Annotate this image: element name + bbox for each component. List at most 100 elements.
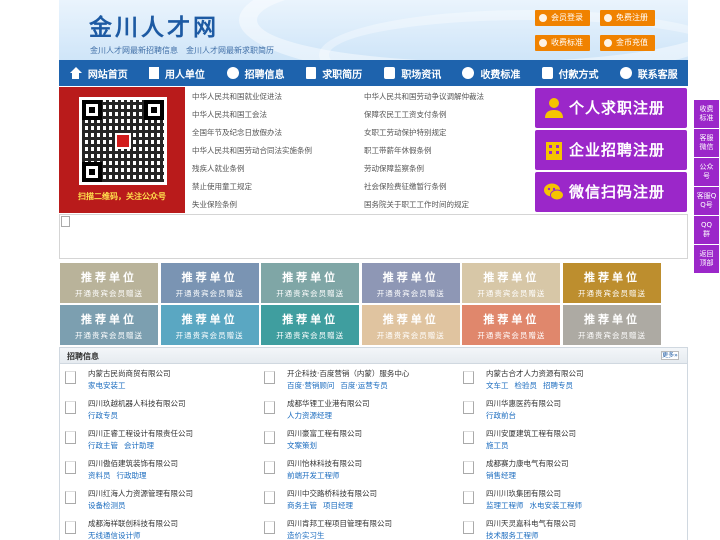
company-link[interactable]: 四川红海人力资源管理有限公司 xyxy=(88,488,193,499)
more-link[interactable]: 更多» xyxy=(661,351,679,360)
law-link[interactable]: 中华人民共和国工会法 xyxy=(192,109,267,120)
law-link[interactable]: 失业保险条例 xyxy=(192,199,237,210)
company-link[interactable]: 四川正睿工程设计有限责任公司 xyxy=(88,428,193,439)
position-link[interactable]: 商务主管 xyxy=(287,501,317,510)
position-link[interactable]: 行政主管 xyxy=(88,441,118,450)
company-link[interactable]: 成都华锂工业港有限公司 xyxy=(287,398,370,409)
company-link[interactable]: 四川川玖集团有限公司 xyxy=(486,488,561,499)
recommend-tile[interactable]: 推荐单位 开通贵宾会员赠送 xyxy=(563,305,661,345)
company-logo-icon[interactable] xyxy=(463,461,474,474)
recommend-tile[interactable]: 推荐单位 开通贵宾会员赠送 xyxy=(60,263,158,303)
company-link[interactable]: 内蒙古合才人力资源有限公司 xyxy=(486,368,584,379)
company-logo-icon[interactable] xyxy=(264,431,275,444)
company-link[interactable]: 四川豪富工程有限公司 xyxy=(287,428,362,439)
company-logo-icon[interactable] xyxy=(65,491,76,504)
pricing-button[interactable]: 收费标准 xyxy=(535,35,590,51)
law-link[interactable]: 禁止使用童工规定 xyxy=(192,181,252,192)
position-link[interactable]: 百度·运营专员 xyxy=(340,381,387,390)
position-link[interactable]: 资料员 xyxy=(88,471,111,480)
law-link[interactable]: 保障农民工工资支付条例 xyxy=(364,109,447,120)
position-link[interactable]: 项目经理 xyxy=(323,501,353,510)
side-menu-item[interactable]: 公众号 xyxy=(694,158,719,186)
side-menu-item[interactable]: QQ 群 xyxy=(694,216,719,244)
law-link[interactable]: 国务院关于职工工作时间的规定 xyxy=(364,199,469,210)
recommend-tile[interactable]: 推荐单位 开通贵宾会员赠送 xyxy=(261,263,360,303)
site-logo-title[interactable]: 金川人才网 xyxy=(89,8,219,42)
company-logo-icon[interactable] xyxy=(463,521,474,534)
company-logo-icon[interactable] xyxy=(264,371,275,384)
recommend-tile[interactable]: 推荐单位 开通贵宾会员赠送 xyxy=(160,305,259,345)
company-logo-icon[interactable] xyxy=(264,491,275,504)
position-link[interactable]: 行政前台 xyxy=(486,411,516,420)
law-link[interactable]: 全国年节及纪念日放假办法 xyxy=(192,127,282,138)
company-link[interactable]: 四川安厦建筑工程有限公司 xyxy=(486,428,576,439)
company-logo-icon[interactable] xyxy=(65,431,76,444)
company-logo-icon[interactable] xyxy=(463,491,474,504)
law-link[interactable]: 中华人民共和国劳动争议调解仲裁法 xyxy=(364,91,484,102)
company-logo-icon[interactable] xyxy=(65,371,76,384)
company-link[interactable]: 四川怡林科技有限公司 xyxy=(287,458,362,469)
nav-item-contact[interactable]: 联系客服 xyxy=(609,60,688,86)
company-logo-icon[interactable] xyxy=(65,461,76,474)
law-link[interactable]: 女职工劳动保护特别规定 xyxy=(364,127,447,138)
company-link[interactable]: 成都赛力康电气有限公司 xyxy=(486,458,569,469)
nav-item-home[interactable]: 网站首页 xyxy=(59,60,138,86)
login-button[interactable]: 会员登录 xyxy=(535,10,590,26)
company-logo-icon[interactable] xyxy=(264,401,275,414)
nav-item-employers[interactable]: 用人单位 xyxy=(138,60,217,86)
position-link[interactable]: 百度·营销顾问 xyxy=(287,381,334,390)
position-link[interactable]: 技术服务工程师 xyxy=(486,531,539,540)
position-link[interactable]: 设备检测员 xyxy=(88,501,126,510)
position-link[interactable]: 无线通信设计师 xyxy=(88,531,141,540)
recommend-tile[interactable]: 推荐单位 开通贵宾会员赠送 xyxy=(563,263,661,303)
recommend-tile[interactable]: 推荐单位 开通贵宾会员赠送 xyxy=(361,263,460,303)
position-link[interactable]: 监理工程师 xyxy=(486,501,524,510)
company-link[interactable]: 开企科技·百度营销（内蒙）服务中心 xyxy=(287,368,409,379)
company-logo-icon[interactable] xyxy=(463,431,474,444)
position-link[interactable]: 造价实习生 xyxy=(287,531,325,540)
law-link[interactable]: 劳动保障监察条例 xyxy=(364,163,424,174)
law-link[interactable]: 社会保险费征缴暂行条例 xyxy=(364,181,447,192)
recommend-tile[interactable]: 推荐单位 开通贵宾会员赠送 xyxy=(60,305,158,345)
company-link[interactable]: 四川天灵嘉科电气有限公司 xyxy=(486,518,576,529)
recommend-tile[interactable]: 推荐单位 开通贵宾会员赠送 xyxy=(462,263,561,303)
position-link[interactable]: 水电安装工程师 xyxy=(530,501,583,510)
position-link[interactable]: 行政助理 xyxy=(117,471,147,480)
nav-item-news[interactable]: 职场资讯 xyxy=(374,60,453,86)
law-link[interactable]: 残疾人就业条例 xyxy=(192,163,245,174)
law-link[interactable]: 职工带薪年休假条例 xyxy=(364,145,432,156)
wechat-register-button[interactable]: 微信扫码注册 xyxy=(535,172,687,212)
law-link[interactable]: 中华人民共和国劳动合同法实施条例 xyxy=(192,145,312,156)
company-logo-icon[interactable] xyxy=(65,521,76,534)
company-logo-icon[interactable] xyxy=(65,401,76,414)
position-link[interactable]: 人力资源经理 xyxy=(287,411,332,420)
side-menu-item[interactable]: 客服Q Q号 xyxy=(694,187,719,215)
side-menu-item[interactable]: 客服 微信 xyxy=(694,129,719,157)
recharge-button[interactable]: 金币充值 xyxy=(600,35,655,51)
company-logo-icon[interactable] xyxy=(264,521,275,534)
position-link[interactable]: 家电安装工 xyxy=(88,381,126,390)
position-link[interactable]: 销售经理 xyxy=(486,471,516,480)
position-link[interactable]: 文车工 xyxy=(486,381,509,390)
company-register-button[interactable]: 企业招聘注册 xyxy=(535,130,687,170)
company-link[interactable]: 四川玖越机器人科技有限公司 xyxy=(88,398,186,409)
position-link[interactable]: 检验员 xyxy=(515,381,538,390)
recommend-tile[interactable]: 推荐单位 开通贵宾会员赠送 xyxy=(361,305,460,345)
company-link[interactable]: 内蒙古民尚商贸有限公司 xyxy=(88,368,171,379)
law-link[interactable]: 中华人民共和国就业促进法 xyxy=(192,91,282,102)
ad-banner[interactable] xyxy=(59,214,688,259)
company-link[interactable]: 四川肯邦工程项目管理有限公司 xyxy=(287,518,392,529)
recommend-tile[interactable]: 推荐单位 开通贵宾会员赠送 xyxy=(261,305,360,345)
recommend-tile[interactable]: 推荐单位 开通贵宾会员赠送 xyxy=(160,263,259,303)
position-link[interactable]: 施工员 xyxy=(486,441,509,450)
company-logo-icon[interactable] xyxy=(264,461,275,474)
personal-register-button[interactable]: 个人求职注册 xyxy=(535,88,687,128)
nav-item-jobs[interactable]: 招聘信息 xyxy=(216,60,295,86)
nav-item-pricing[interactable]: 收费标准 xyxy=(452,60,531,86)
position-link[interactable]: 招聘专员 xyxy=(543,381,573,390)
company-logo-icon[interactable] xyxy=(463,401,474,414)
position-link[interactable]: 文案策划 xyxy=(287,441,317,450)
side-menu-item[interactable]: 返回 顶部 xyxy=(694,245,719,273)
position-link[interactable]: 前端开发工程师 xyxy=(287,471,340,480)
position-link[interactable]: 会计助理 xyxy=(124,441,154,450)
